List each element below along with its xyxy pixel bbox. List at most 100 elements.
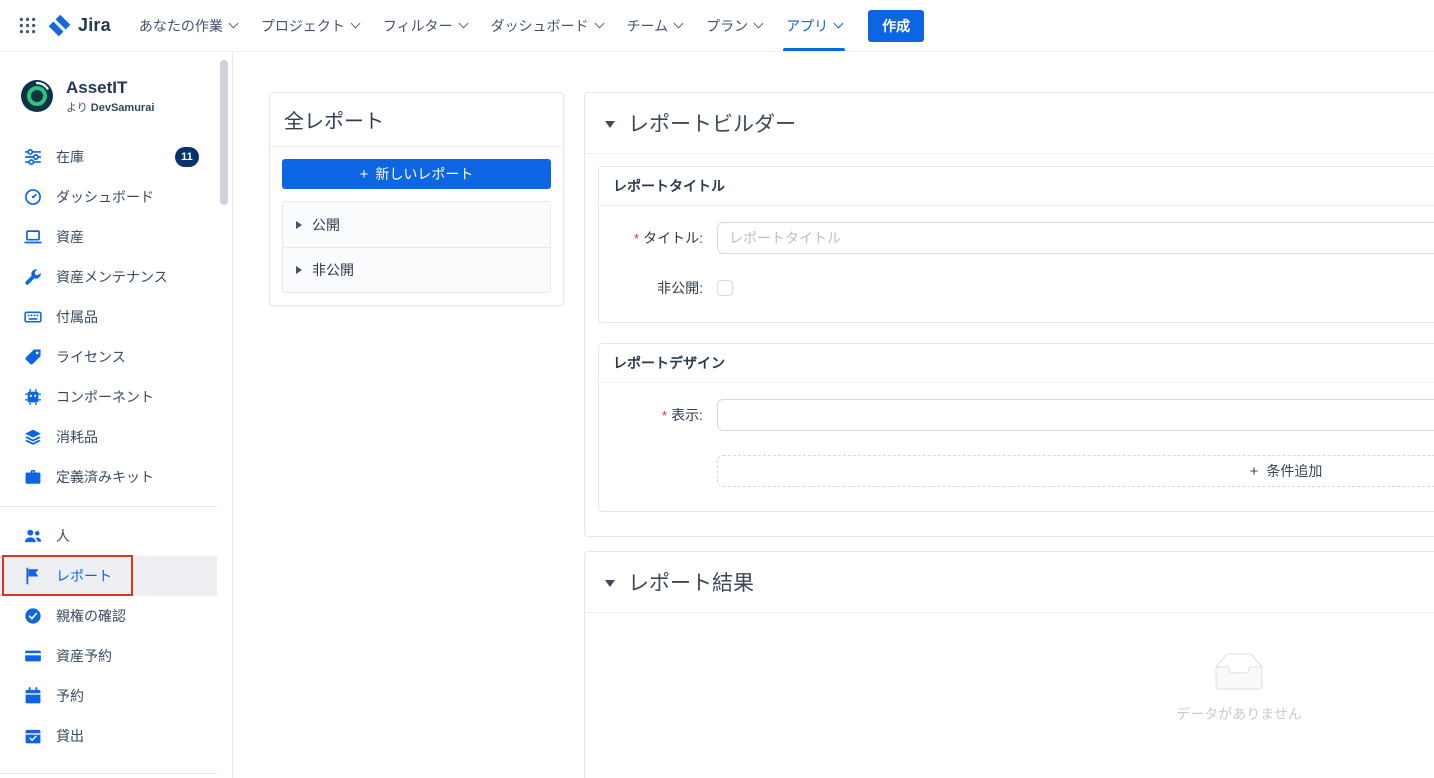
nav-plans[interactable]: プラン <box>694 0 774 51</box>
nav-projects[interactable]: プロジェクト <box>249 0 371 51</box>
sidebar-item-label: 資産メンテナンス <box>56 267 168 287</box>
private-field-control <box>717 280 1434 296</box>
sidebar-item-label: コンポーネント <box>56 387 154 407</box>
sidebar-item-label: ダッシュボード <box>56 187 154 207</box>
report-title-input[interactable] <box>717 222 1434 254</box>
add-condition-row: + 条件追加 <box>599 455 1434 487</box>
sidebar-item-predefined-kits[interactable]: 定義済みキット <box>0 457 217 497</box>
sidebar-item-asset-booking[interactable]: 資産予約 <box>0 636 217 676</box>
display-select-input[interactable] <box>717 399 1434 431</box>
tag-icon <box>24 348 42 366</box>
report-design-section: レポートデザイン *表示: <box>598 343 1434 512</box>
chevron-down-icon <box>458 19 468 29</box>
plus-icon: + <box>1250 464 1259 479</box>
assetit-logo <box>20 79 54 113</box>
sliders-icon <box>24 148 42 166</box>
sidebar-item-inventory[interactable]: 在庫 11 <box>0 137 217 177</box>
nav-apps[interactable]: アプリ <box>774 0 854 51</box>
report-builder-title: レポートビルダー <box>628 108 796 138</box>
app-shell: AssetIT よりDevSamurai 在庫 11 ダッシュボード 資産 <box>0 52 1434 778</box>
sidebar-item-asset-maintenance[interactable]: 資産メンテナンス <box>0 257 217 297</box>
caret-down-icon <box>605 580 615 587</box>
nav-label: あなたの作業 <box>139 16 223 36</box>
empty-inbox-icon <box>1207 653 1271 694</box>
report-results-header[interactable]: レポート結果 <box>585 552 1434 613</box>
nav-label: チーム <box>627 16 669 36</box>
sidebar-item-booking[interactable]: 予約 <box>0 676 217 716</box>
sidebar-item-licenses[interactable]: ライセンス <box>0 337 217 377</box>
report-builder-header[interactable]: レポートビルダー <box>585 93 1434 154</box>
app-byline: よりDevSamurai <box>66 99 154 115</box>
assetit-sidebar: AssetIT よりDevSamurai 在庫 11 ダッシュボード 資産 <box>0 52 217 778</box>
sidebar-item-consumables[interactable]: 消耗品 <box>0 417 217 457</box>
grid-icon <box>19 17 36 34</box>
chevron-down-icon <box>834 19 844 29</box>
report-workspace: レポートビルダー レポートタイトル *タイトル: <box>584 92 1434 778</box>
all-reports-title: 全レポート <box>270 93 563 147</box>
jira-mark-icon <box>48 14 71 37</box>
chevron-down-icon <box>594 19 604 29</box>
sidebar-divider <box>0 773 217 774</box>
caret-right-icon <box>296 221 302 229</box>
sidebar-item-label: ライセンス <box>56 347 126 367</box>
jira-logo[interactable]: Jira <box>48 0 111 51</box>
flag-icon <box>24 567 42 585</box>
sidebar-item-label: 在庫 <box>56 147 84 167</box>
private-field-row: 非公開: <box>599 278 1434 298</box>
display-field-control <box>717 399 1434 431</box>
report-design-section-body: *表示: + <box>599 383 1434 511</box>
group-public[interactable]: 公開 <box>283 202 550 247</box>
sidebar-item-components[interactable]: コンポーネント <box>0 377 217 417</box>
sidebar-item-label: 資産 <box>56 227 84 247</box>
add-condition-button[interactable]: + 条件追加 <box>717 455 1434 487</box>
report-title-section: レポートタイトル *タイトル: <box>598 166 1434 323</box>
caret-down-icon <box>605 121 615 128</box>
caret-right-icon <box>296 266 302 274</box>
briefcase-icon <box>24 468 42 486</box>
nav-teams[interactable]: チーム <box>615 0 695 51</box>
report-results-body: データがありません <box>585 613 1434 778</box>
sidebar-item-checkout[interactable]: 貸出 <box>0 716 217 756</box>
nav-label: フィルター <box>383 16 453 36</box>
nav-label: プラン <box>706 16 748 36</box>
empty-state-text: データがありません <box>1176 704 1302 724</box>
card-icon <box>24 647 42 665</box>
chevron-down-icon <box>754 19 764 29</box>
sidebar-scrollbar-track[interactable] <box>217 52 233 778</box>
chip-icon <box>24 388 42 406</box>
sidebar-item-custody-check[interactable]: 親権の確認 <box>0 596 217 636</box>
required-asterisk: * <box>662 408 667 423</box>
sidebar-item-label: 資産予約 <box>56 646 112 666</box>
nav-your-work[interactable]: あなたの作業 <box>127 0 249 51</box>
private-checkbox[interactable] <box>717 280 733 296</box>
display-field-row: *表示: <box>599 399 1434 431</box>
new-report-label: 新しいレポート <box>375 164 473 184</box>
app-switcher-button[interactable] <box>10 10 44 42</box>
sidebar-item-label: レポート <box>56 566 112 586</box>
title-field-row: *タイトル: <box>599 222 1434 254</box>
group-private[interactable]: 非公開 <box>283 247 550 292</box>
required-asterisk: * <box>634 231 639 246</box>
create-button[interactable]: 作成 <box>868 10 924 42</box>
dashboard-icon <box>24 188 42 206</box>
sidebar-item-label: 親権の確認 <box>56 606 126 626</box>
display-field-label: *表示: <box>599 405 711 425</box>
sidebar-item-label: 付属品 <box>56 307 98 327</box>
nav-dashboards[interactable]: ダッシュボード <box>479 0 615 51</box>
all-reports-body: + 新しいレポート 公開 非公開 <box>270 147 563 305</box>
new-report-button[interactable]: + 新しいレポート <box>282 159 551 189</box>
sidebar-item-reports[interactable]: レポート <box>0 556 217 596</box>
nav-filters[interactable]: フィルター <box>371 0 479 51</box>
sidebar-item-people[interactable]: 人 <box>0 516 217 556</box>
group-label: 公開 <box>312 215 340 235</box>
sidebar-item-dashboard[interactable]: ダッシュボード <box>0 177 217 217</box>
primary-nav: あなたの作業 プロジェクト フィルター ダッシュボード チーム プラン アプリ <box>127 0 854 51</box>
sidebar-item-accessories[interactable]: 付属品 <box>0 297 217 337</box>
group-label: 非公開 <box>312 260 354 280</box>
top-navigation-bar: Jira あなたの作業 プロジェクト フィルター ダッシュボード チーム プラン… <box>0 0 1434 52</box>
sidebar-item-assets[interactable]: 資産 <box>0 217 217 257</box>
sidebar-app-header: AssetIT よりDevSamurai <box>0 78 217 127</box>
sidebar-item-label: 予約 <box>56 686 84 706</box>
sidebar-divider <box>0 506 217 507</box>
sidebar-scrollbar-thumb[interactable] <box>220 60 228 205</box>
